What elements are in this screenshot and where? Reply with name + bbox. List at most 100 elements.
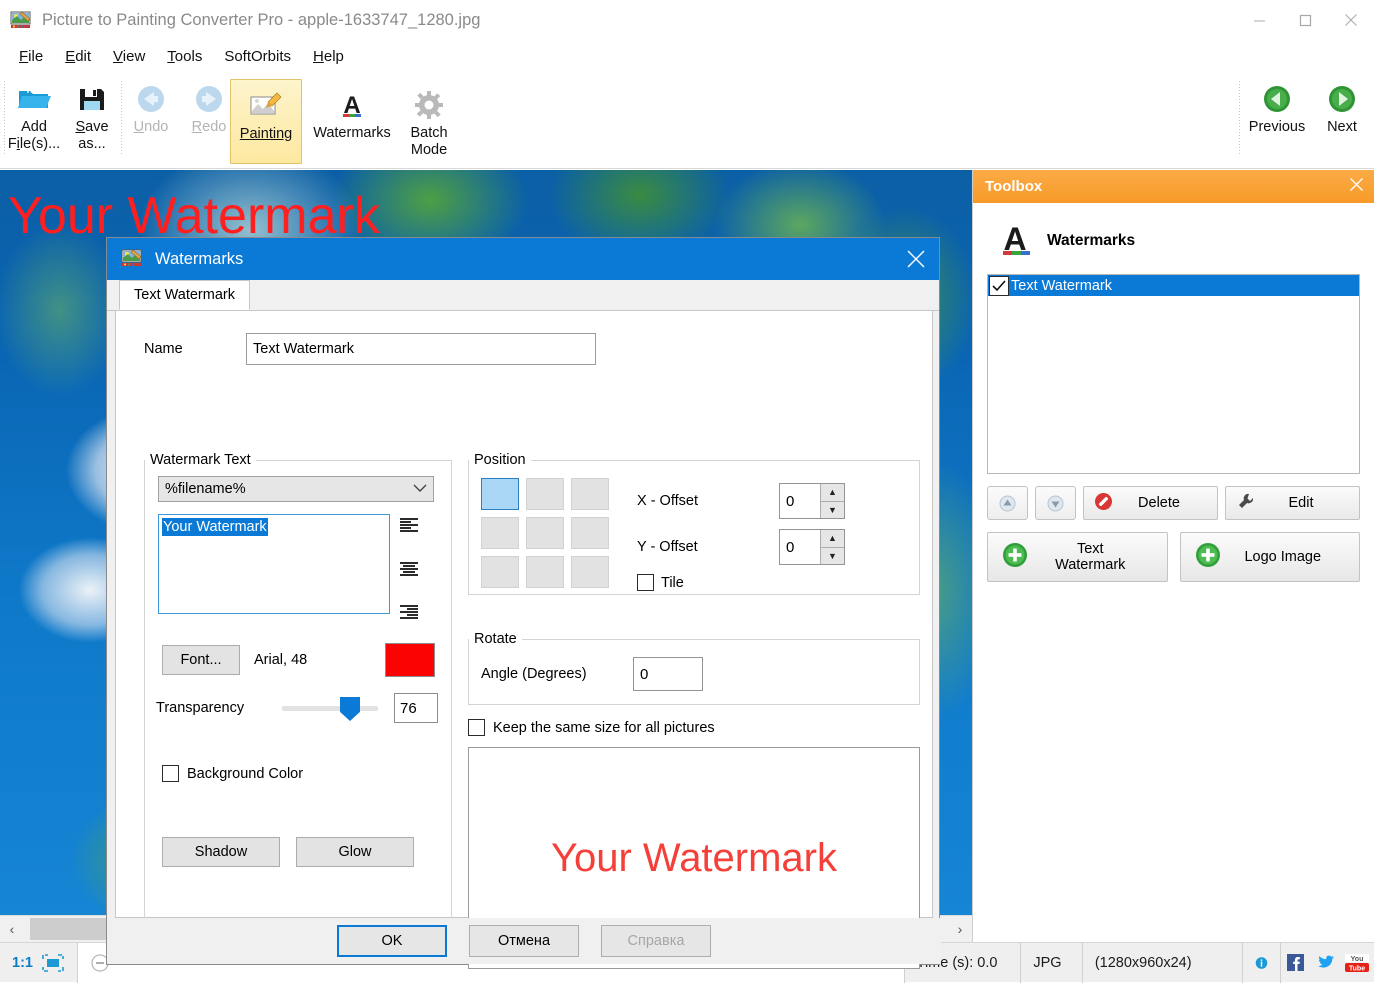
move-down-button[interactable] xyxy=(1035,486,1076,520)
transparency-slider[interactable] xyxy=(282,695,378,721)
y-offset-down-icon[interactable]: ▼ xyxy=(820,546,844,564)
y-offset-row: Y - Offset 0 ▲ ▼ xyxy=(637,524,845,570)
toolbox-body: A Watermarks Text Watermark Delete Edit … xyxy=(973,203,1374,594)
edit-button[interactable]: Edit xyxy=(1225,486,1360,520)
scroll-right-arrow-icon[interactable]: › xyxy=(948,916,972,942)
toolbar-batch-mode-button[interactable]: Batch Mode xyxy=(398,79,460,171)
y-offset-label: Y - Offset xyxy=(637,539,698,555)
tile-label: Tile xyxy=(661,574,684,591)
y-offset-value[interactable]: 0 xyxy=(780,530,820,564)
keep-same-size-checkbox[interactable] xyxy=(468,719,485,736)
position-cell-middle-left[interactable] xyxy=(481,517,519,549)
move-up-button[interactable] xyxy=(987,486,1028,520)
status-zoom-level[interactable]: 1:1 xyxy=(0,943,39,983)
glow-button[interactable]: Glow xyxy=(296,837,414,867)
toolbox-panel: Toolbox A Watermarks Text Watermark Dele… xyxy=(972,170,1374,942)
position-cell-middle-right[interactable] xyxy=(571,517,609,549)
watermarks-dialog: Watermarks Text Watermark Name Text Wate… xyxy=(106,237,941,969)
transparency-slider-track[interactable] xyxy=(282,705,378,711)
maximize-button[interactable] xyxy=(1282,0,1328,40)
menu-item-softorbits[interactable]: SoftOrbits xyxy=(213,44,302,69)
fit-to-window-icon[interactable] xyxy=(39,942,78,983)
menu-item-tools[interactable]: Tools xyxy=(156,44,213,69)
green-right-circle-icon xyxy=(1327,79,1357,119)
green-left-circle-icon xyxy=(1262,79,1292,119)
tile-checkbox[interactable] xyxy=(637,574,654,591)
tab-text-watermark[interactable]: Text Watermark xyxy=(119,280,250,310)
close-button[interactable] xyxy=(1328,0,1374,40)
add-logo-image-button[interactable]: Logo Image xyxy=(1179,532,1360,582)
watermark-textarea[interactable]: Your Watermark xyxy=(158,514,390,614)
edit-label: Edit xyxy=(1288,495,1314,511)
y-offset-up-icon[interactable]: ▲ xyxy=(820,530,844,547)
scroll-left-arrow-icon[interactable]: ‹ xyxy=(0,916,24,942)
align-center-icon[interactable] xyxy=(400,561,418,576)
add-text-watermark-button[interactable]: Text Watermark xyxy=(987,532,1168,582)
list-item-checkbox[interactable] xyxy=(989,275,1009,296)
toolbar-painting-button[interactable]: Painting xyxy=(230,79,302,164)
window-controls xyxy=(1236,0,1374,40)
toolbox-section-title: Watermarks xyxy=(1047,231,1136,249)
window-titlebar: Picture to Painting Converter Pro - appl… xyxy=(0,0,1374,40)
position-cell-bottom-center[interactable] xyxy=(526,556,564,588)
toolbar-add-files-button[interactable]: Add File(s)... xyxy=(5,73,63,165)
toolbar-redo-label: Redo xyxy=(191,119,227,135)
minimize-button[interactable] xyxy=(1236,0,1282,40)
x-offset-spinner[interactable]: 0 ▲ ▼ xyxy=(779,483,845,519)
position-cell-top-center[interactable] xyxy=(526,478,564,510)
ok-button[interactable]: OK xyxy=(337,925,447,957)
list-item[interactable]: Text Watermark xyxy=(988,275,1359,296)
toolbar-save-as-label-1: Save xyxy=(75,119,109,135)
youtube-icon[interactable]: You Tube xyxy=(1340,943,1374,983)
position-cell-bottom-right[interactable] xyxy=(571,556,609,588)
cancel-button[interactable]: Отмена xyxy=(469,925,579,957)
menu-item-view[interactable]: View xyxy=(102,44,156,69)
watermark-textarea-row: Your Watermark xyxy=(158,514,451,619)
font-button[interactable]: Font... xyxy=(162,645,240,675)
transparency-value-input[interactable]: 76 xyxy=(394,693,438,723)
shadow-button[interactable]: Shadow xyxy=(162,837,280,867)
position-cell-top-right[interactable] xyxy=(571,478,609,510)
toolbar-save-as-button[interactable]: Save as... xyxy=(63,73,121,165)
toolbar-watermarks-button[interactable]: A Watermarks xyxy=(306,79,398,171)
menu-item-file[interactable]: File xyxy=(8,44,54,69)
name-input[interactable]: Text Watermark xyxy=(246,333,596,365)
text-color-swatch[interactable] xyxy=(385,643,435,677)
x-offset-down-icon[interactable]: ▼ xyxy=(820,500,844,518)
toolbox-close-icon[interactable] xyxy=(1349,177,1364,197)
background-color-label: Background Color xyxy=(187,765,304,782)
align-left-icon[interactable] xyxy=(400,518,418,532)
dialog-close-icon[interactable] xyxy=(893,238,939,280)
menu-item-help[interactable]: Help xyxy=(302,44,355,69)
toolbar-previous-button[interactable]: Previous xyxy=(1240,73,1314,165)
arrow-right-circle-icon xyxy=(193,79,225,119)
facebook-icon[interactable] xyxy=(1281,943,1311,983)
position-cell-top-left[interactable] xyxy=(481,478,519,510)
dialog-footer: OK Отмена Справка xyxy=(107,918,941,964)
y-offset-spinner[interactable]: 0 ▲ ▼ xyxy=(779,529,845,565)
help-button[interactable]: Справка xyxy=(601,925,711,957)
delete-button[interactable]: Delete xyxy=(1083,486,1218,520)
app-icon xyxy=(10,10,32,30)
position-cell-bottom-left[interactable] xyxy=(481,556,519,588)
x-offset-value[interactable]: 0 xyxy=(780,484,820,518)
background-color-checkbox[interactable] xyxy=(162,765,179,782)
watermark-list[interactable]: Text Watermark xyxy=(987,274,1360,474)
watermark-text-variable-select[interactable]: %filename% xyxy=(158,476,434,502)
toolbar-previous-label: Previous xyxy=(1248,119,1306,135)
menu-item-edit[interactable]: Edit xyxy=(54,44,102,69)
x-offset-up-icon[interactable]: ▲ xyxy=(820,484,844,501)
angle-input[interactable]: 0 xyxy=(633,657,703,691)
watermark-text-variable-value: %filename% xyxy=(165,481,246,497)
toolbar-next-button[interactable]: Next xyxy=(1314,73,1370,165)
status-dimensions: (1280x960x24) xyxy=(1083,942,1243,983)
transparency-slider-thumb[interactable] xyxy=(340,697,360,721)
toolbar-undo-button[interactable]: Undo xyxy=(122,73,180,165)
align-right-icon[interactable] xyxy=(400,605,418,619)
position-cell-middle-center[interactable] xyxy=(526,517,564,549)
toolbar-batch-mode-label-1: Batch xyxy=(410,125,448,141)
rotate-inner: Angle (Degrees) 0 xyxy=(469,647,919,691)
svg-text:You: You xyxy=(1351,956,1364,963)
info-icon[interactable] xyxy=(1243,942,1281,983)
twitter-icon[interactable] xyxy=(1311,943,1341,983)
